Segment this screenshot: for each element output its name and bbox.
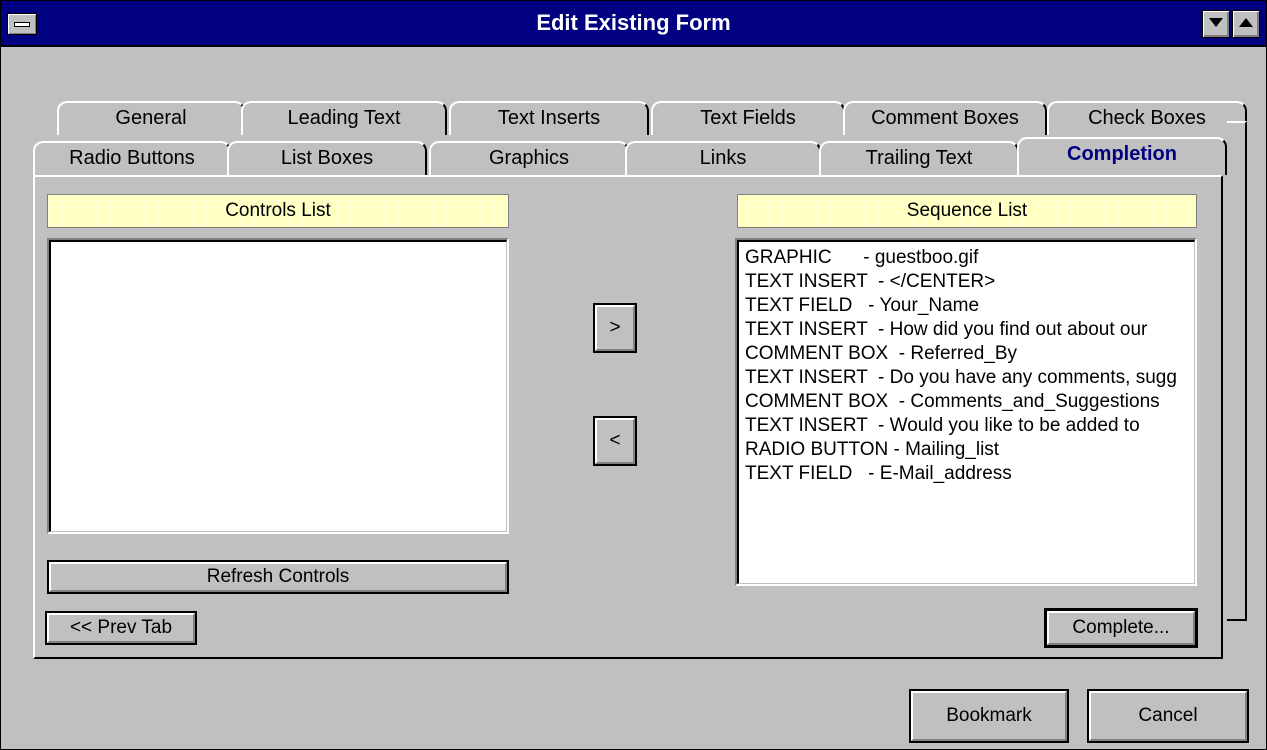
sequence-list-item[interactable]: TEXT FIELD - Your_Name xyxy=(739,294,1194,318)
sequence-list-item[interactable]: TEXT FIELD - E-Mail_address xyxy=(739,462,1194,486)
tab-completion[interactable]: Completion xyxy=(1017,137,1227,175)
back-panel-edge xyxy=(1227,121,1247,621)
sequence-list-item[interactable]: COMMENT BOX - Comments_and_Suggestions xyxy=(739,390,1194,414)
refresh-controls-button[interactable]: Refresh Controls xyxy=(47,560,509,594)
minimize-button[interactable] xyxy=(1202,10,1230,38)
cancel-label: Cancel xyxy=(1089,691,1247,741)
sequence-list-item[interactable]: TEXT INSERT - Would you like to be added… xyxy=(739,414,1194,438)
add-button-label: > xyxy=(595,305,635,351)
controls-listbox[interactable] xyxy=(47,238,509,534)
tab-leading-text[interactable]: Leading Text xyxy=(241,101,447,135)
tab-check-boxes[interactable]: Check Boxes xyxy=(1047,101,1247,135)
title-bar: Edit Existing Form xyxy=(1,1,1266,47)
maximize-button[interactable] xyxy=(1232,10,1260,38)
edit-form-window: Edit Existing Form General Leading Text Te… xyxy=(0,0,1267,750)
sequence-list-item[interactable]: TEXT INSERT - </CENTER> xyxy=(739,270,1194,294)
sequence-list-item[interactable]: TEXT INSERT - Do you have any comments, … xyxy=(739,366,1194,390)
prev-tab-button[interactable]: << Prev Tab xyxy=(45,611,197,645)
sequence-list-item[interactable]: TEXT INSERT - How did you find out about… xyxy=(739,318,1194,342)
complete-label: Complete... xyxy=(1047,611,1195,645)
cancel-button[interactable]: Cancel xyxy=(1087,689,1249,743)
controls-list-header: Controls List xyxy=(47,194,509,228)
refresh-controls-label: Refresh Controls xyxy=(49,562,507,592)
sequence-list-item[interactable]: GRAPHIC - guestboo.gif xyxy=(739,246,1194,270)
sequence-listbox[interactable]: GRAPHIC - guestboo.gif TEXT INSERT - </CE… xyxy=(735,238,1197,586)
remove-from-sequence-button[interactable]: < xyxy=(593,416,637,466)
controls-list-items xyxy=(49,240,507,532)
tab-text-inserts[interactable]: Text Inserts xyxy=(449,101,649,135)
bookmark-label: Bookmark xyxy=(911,691,1067,741)
window-title: Edit Existing Form xyxy=(536,10,731,35)
complete-button[interactable]: Complete... xyxy=(1044,608,1198,648)
add-to-sequence-button[interactable]: > xyxy=(593,303,637,353)
tab-list-boxes[interactable]: List Boxes xyxy=(227,141,427,175)
sequence-list-header: Sequence List xyxy=(737,194,1197,228)
minimize-icon xyxy=(1209,18,1223,27)
remove-button-label: < xyxy=(595,418,635,464)
tab-radio-buttons[interactable]: Radio Buttons xyxy=(33,141,231,175)
sequence-list-item[interactable]: COMMENT BOX - Referred_By xyxy=(739,342,1194,366)
prev-tab-label: << Prev Tab xyxy=(47,613,195,643)
maximize-icon xyxy=(1239,18,1253,27)
tab-trailing-text[interactable]: Trailing Text xyxy=(819,141,1019,175)
sequence-list-item[interactable]: RADIO BUTTON - Mailing_list xyxy=(739,438,1194,462)
bookmark-button[interactable]: Bookmark xyxy=(909,689,1069,743)
tab-links[interactable]: Links xyxy=(625,141,821,175)
tab-comment-boxes[interactable]: Comment Boxes xyxy=(843,101,1047,135)
tab-text-fields[interactable]: Text Fields xyxy=(651,101,845,135)
tab-graphics[interactable]: Graphics xyxy=(429,141,629,175)
tab-general[interactable]: General xyxy=(57,101,245,135)
sequence-list-items: GRAPHIC - guestboo.gif TEXT INSERT - </CE… xyxy=(737,240,1195,584)
